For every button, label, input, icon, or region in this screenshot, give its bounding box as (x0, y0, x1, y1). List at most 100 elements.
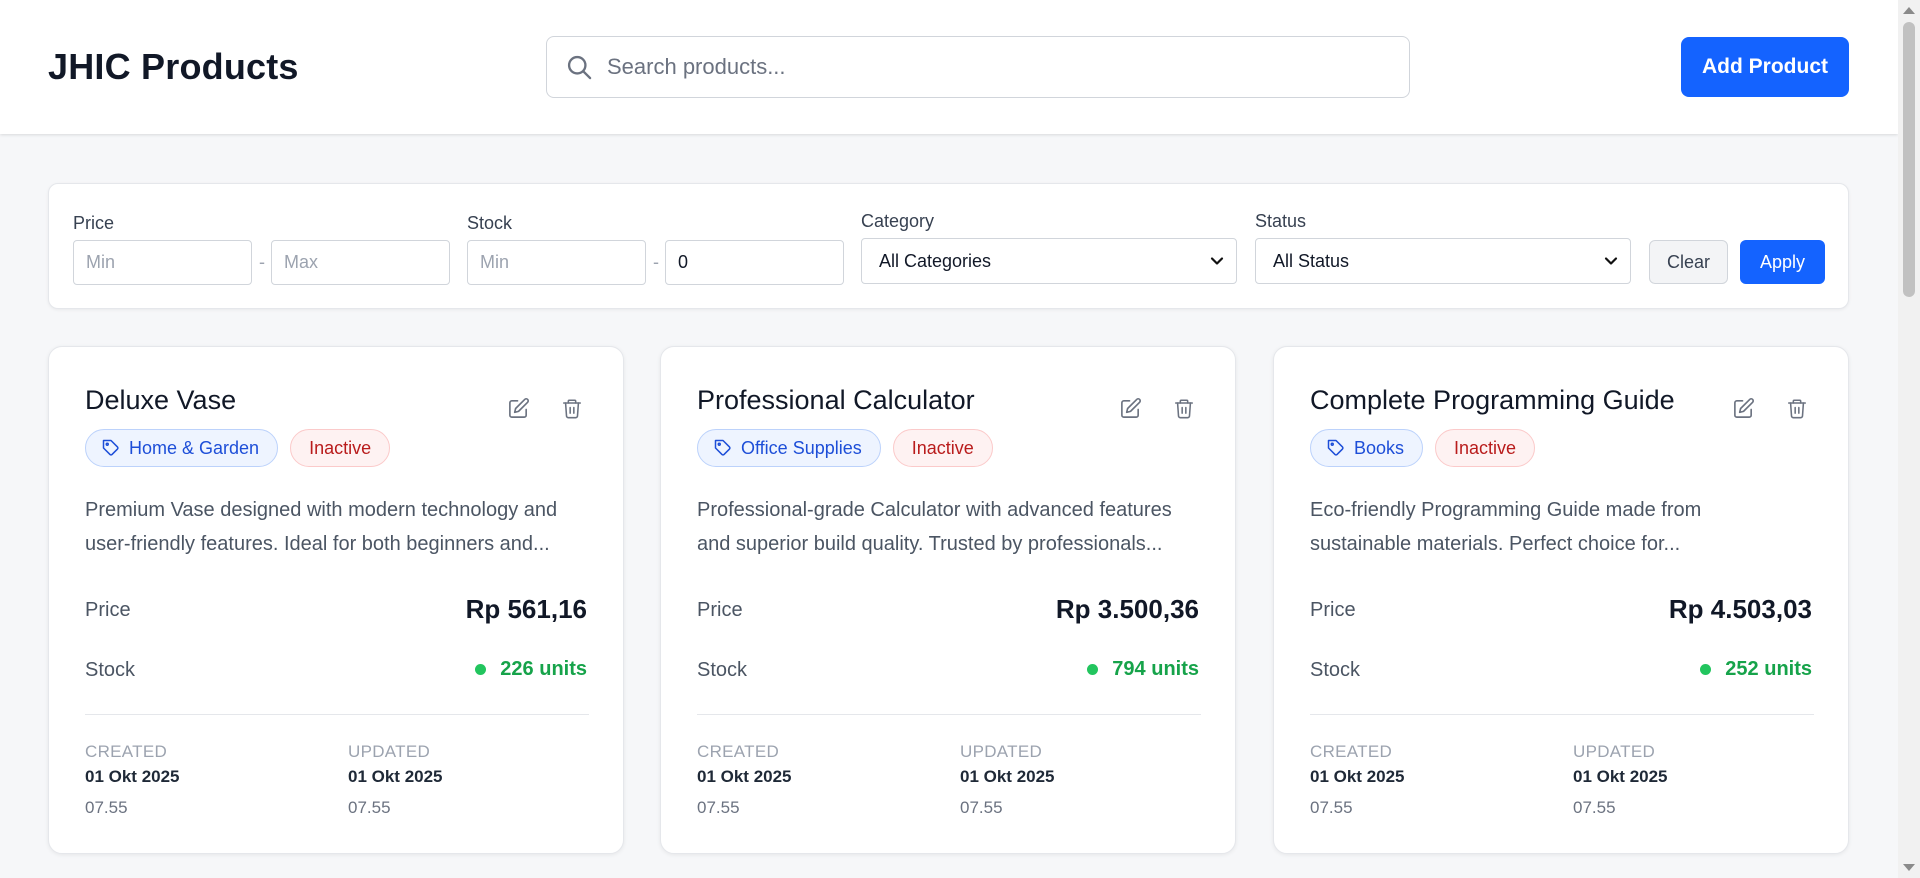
product-price: Rp 561,16 (465, 594, 587, 624)
stock-label: Stock (85, 659, 136, 681)
search-input[interactable] (607, 54, 1387, 80)
updated-time: 07.55 (960, 798, 1003, 817)
updated-heading: UPDATED (348, 742, 431, 761)
filter-panel: Price - Stock - Category All Categories … (48, 183, 1849, 309)
price-label: Price (85, 599, 131, 621)
created-date: 01 Okt 2025 (697, 767, 792, 786)
created-date: 01 Okt 2025 (85, 767, 180, 786)
description-line: user-friendly features. Ideal for both b… (85, 533, 550, 555)
product-description: Professional-grade Calculator with advan… (697, 493, 1201, 561)
category-tag: Office Supplies (697, 429, 881, 467)
add-product-button[interactable]: Add Product (1681, 37, 1849, 97)
edit-icon (508, 397, 529, 418)
stock-count: 226 units (500, 658, 587, 680)
product-tags: Office Supplies Inactive (697, 429, 993, 467)
card-actions (1115, 393, 1199, 423)
stock-count: 252 units (1725, 658, 1812, 680)
created-info: CREATED 01 Okt 2025 07.55 (697, 742, 792, 818)
edit-icon (1733, 397, 1754, 418)
stock-label: Stock (1310, 659, 1361, 681)
card-divider (1310, 714, 1814, 715)
product-name: Deluxe Vase (85, 385, 237, 415)
description-line: Professional-grade Calculator with advan… (697, 499, 1172, 521)
card-actions (1728, 393, 1812, 423)
scroll-up-arrow-icon[interactable] (1903, 7, 1915, 14)
card-divider (697, 714, 1201, 715)
clear-filters-button[interactable]: Clear (1649, 240, 1728, 284)
updated-heading: UPDATED (1573, 742, 1656, 761)
created-time: 07.55 (1310, 798, 1353, 817)
search-box[interactable] (546, 36, 1410, 98)
price-max-input[interactable] (271, 240, 450, 285)
stock-value: 252 units (1700, 658, 1812, 681)
card-actions (503, 393, 587, 423)
updated-info: UPDATED 01 Okt 2025 07.55 (960, 742, 1055, 818)
category-tag: Books (1310, 429, 1424, 467)
product-price: Rp 3.500,36 (1055, 594, 1199, 624)
price-label: Price (1310, 599, 1356, 621)
trash-icon (1174, 398, 1194, 418)
delete-button[interactable] (557, 393, 587, 423)
updated-info: UPDATED 01 Okt 2025 07.55 (1573, 742, 1668, 818)
updated-info: UPDATED 01 Okt 2025 07.55 (348, 742, 443, 818)
price-range-dash: - (259, 252, 265, 272)
stock-value: 794 units (1087, 658, 1199, 681)
status-badge: Inactive (1435, 429, 1536, 467)
tag-icon (102, 439, 119, 456)
trash-icon (1787, 398, 1807, 418)
app-title: JHIC Products (48, 46, 299, 87)
created-info: CREATED 01 Okt 2025 07.55 (85, 742, 180, 818)
created-heading: CREATED (1310, 742, 1393, 761)
product-description: Eco-friendly Programming Guide made from… (1310, 493, 1814, 561)
category-select-value: All Categories (879, 250, 992, 271)
stock-max-input[interactable] (665, 240, 844, 285)
stock-label: Stock (697, 659, 748, 681)
updated-time: 07.55 (348, 798, 391, 817)
category-select[interactable]: All Categories (861, 238, 1237, 284)
stock-count: 794 units (1112, 658, 1199, 680)
edit-button[interactable] (1115, 393, 1145, 423)
status-select-value: All Status (1273, 250, 1350, 271)
edit-icon (1120, 397, 1141, 418)
card-divider (85, 714, 589, 715)
description-line: sustainable materials. Perfect choice fo… (1310, 533, 1681, 555)
created-heading: CREATED (85, 742, 168, 761)
edit-button[interactable] (1728, 393, 1758, 423)
tag-icon (714, 439, 731, 456)
price-filter-label: Price (73, 213, 115, 233)
description-line: and superior build quality. Trusted by p… (697, 533, 1163, 555)
scroll-thumb[interactable] (1903, 22, 1915, 297)
chevron-down-icon (1604, 257, 1618, 265)
delete-button[interactable] (1169, 393, 1199, 423)
tag-icon (1327, 439, 1344, 456)
stock-status-dot (1087, 664, 1099, 675)
status-filter-label: Status (1255, 211, 1307, 231)
product-description: Premium Vase designed with modern techno… (85, 493, 589, 561)
apply-filters-button[interactable]: Apply (1740, 240, 1825, 284)
description-line: Eco-friendly Programming Guide made from (1310, 499, 1702, 521)
scroll-down-arrow-icon[interactable] (1903, 864, 1915, 871)
top-header: JHIC Products Add Product (0, 0, 1898, 134)
status-badge: Inactive (892, 429, 993, 467)
updated-date: 01 Okt 2025 (348, 767, 443, 786)
updated-time: 07.55 (1573, 798, 1616, 817)
products-page: JHIC Products Add Product Price - Stock … (0, 0, 1920, 878)
stock-value: 226 units (475, 658, 587, 681)
category-tag-label: Books (1354, 437, 1405, 458)
stock-status-dot (1700, 664, 1712, 675)
created-heading: CREATED (697, 742, 780, 761)
price-min-input[interactable] (73, 240, 252, 285)
page-scrollbar[interactable] (1898, 0, 1920, 878)
stock-min-input[interactable] (467, 240, 646, 285)
edit-button[interactable] (503, 393, 533, 423)
status-badge: Inactive (290, 429, 391, 467)
stock-filter-label: Stock (467, 213, 513, 233)
created-info: CREATED 01 Okt 2025 07.55 (1310, 742, 1405, 818)
status-select[interactable]: All Status (1255, 238, 1631, 284)
delete-button[interactable] (1782, 393, 1812, 423)
category-tag-label: Home & Garden (129, 437, 260, 458)
product-price: Rp 4.503,03 (1668, 594, 1812, 624)
category-tag-label: Office Supplies (741, 437, 862, 458)
product-name: Professional Calculator (697, 385, 975, 415)
product-card: Complete Programming Guide Books Inactiv… (1273, 346, 1849, 854)
